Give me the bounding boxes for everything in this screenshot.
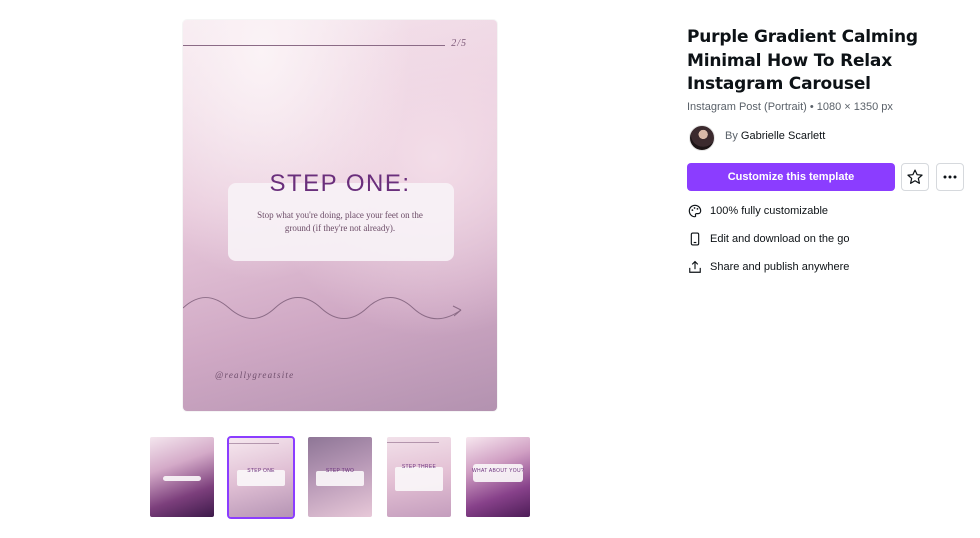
customize-template-button[interactable]: Customize this template <box>687 163 895 191</box>
social-handle: @reallygreatsite <box>215 370 295 380</box>
top-divider-line <box>183 45 445 46</box>
feature-label: Edit and download on the go <box>710 233 850 245</box>
share-icon <box>687 259 703 275</box>
thumbnail-line <box>229 443 279 444</box>
thumbnail-card <box>395 467 443 491</box>
thumbnail-page-5[interactable]: WHAT ABOUT YOU? <box>466 437 530 517</box>
wave-arrow-icon <box>183 297 462 320</box>
feature-label: 100% fully customizable <box>710 205 829 217</box>
template-title: Purple Gradient Calming Minimal How To R… <box>687 27 918 94</box>
thumbnail-label: STEP THREE <box>401 464 437 470</box>
thumbnail-page-4[interactable]: STEP THREE <box>387 437 451 517</box>
thumbnail-page-3[interactable]: STEP TWO <box>308 437 372 517</box>
thumbnail-page-1[interactable] <box>150 437 214 517</box>
page-number: 2/5 <box>451 38 467 49</box>
feature-label: Share and publish anywhere <box>710 261 850 273</box>
more-horizontal-icon <box>943 175 957 179</box>
feature-mobile: Edit and download on the go <box>687 230 849 248</box>
author-prefix: By <box>725 130 738 142</box>
step-body-text: Stop what you're doing, place your feet … <box>257 210 423 233</box>
thumbnail-label: STEP TWO <box>325 468 355 474</box>
more-options-button[interactable] <box>936 163 964 191</box>
thumbnail-label: WHAT ABOUT YOU? <box>472 468 524 474</box>
thumbnail-page-2[interactable]: STEP ONE <box>227 436 295 519</box>
palette-icon <box>687 203 703 219</box>
thumbnail-label: STEP ONE <box>247 468 275 474</box>
feature-customizable: 100% fully customizable <box>687 202 828 220</box>
template-preview[interactable]: 2/5 STEP ONE: Stop what you're doing, pl… <box>183 20 497 411</box>
author-name[interactable]: Gabrielle Scarlett <box>741 130 825 142</box>
template-meta: Instagram Post (Portrait) • 1080 × 1350 … <box>687 101 893 113</box>
feature-share: Share and publish anywhere <box>687 258 849 276</box>
step-heading: STEP ONE: <box>269 170 411 197</box>
author-byline[interactable]: By Gabrielle Scarlett <box>725 130 825 142</box>
thumbnail-card <box>163 476 201 481</box>
thumbnail-line <box>387 442 439 443</box>
favorite-button[interactable] <box>901 163 929 191</box>
phone-icon <box>687 231 703 247</box>
author-avatar[interactable] <box>689 125 715 151</box>
star-icon <box>907 169 923 184</box>
